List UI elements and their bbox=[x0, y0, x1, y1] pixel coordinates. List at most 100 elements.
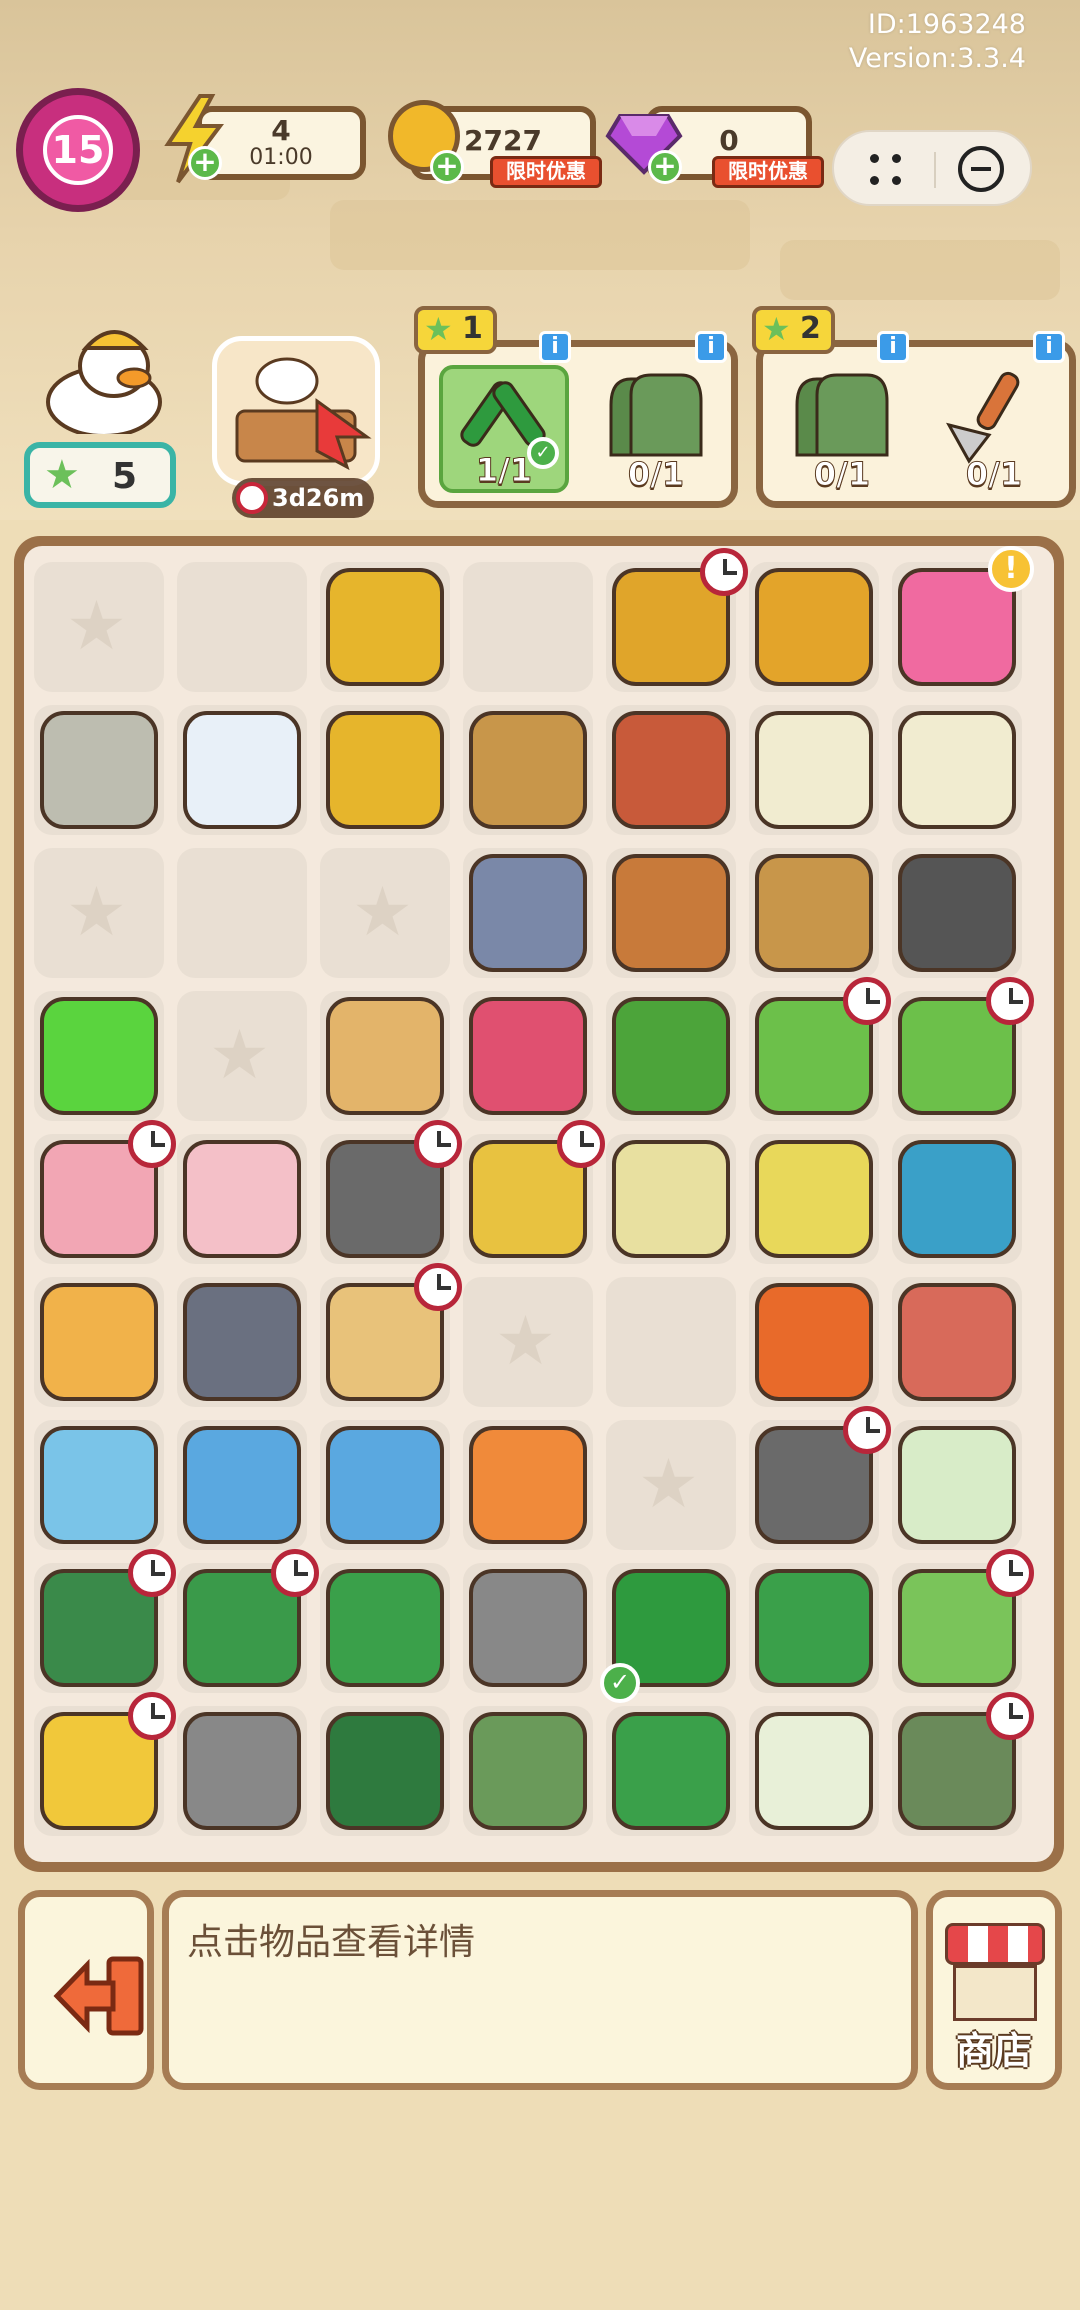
order-requirement-green-gloves[interactable]: 0/1 bbox=[591, 365, 721, 494]
grey-cart-icon[interactable] bbox=[183, 1712, 301, 1830]
order-requirement-pruning-shears[interactable]: 0/1 bbox=[929, 365, 1059, 494]
chart-notebook-icon[interactable] bbox=[755, 711, 873, 829]
board-cell[interactable] bbox=[320, 1706, 450, 1836]
snail-icon[interactable] bbox=[469, 997, 587, 1115]
pruning-shears-icon[interactable] bbox=[612, 1712, 730, 1830]
board-cell[interactable] bbox=[177, 1549, 319, 1693]
board-cell[interactable]: ★ bbox=[177, 991, 307, 1121]
board-cell[interactable] bbox=[606, 991, 736, 1121]
board-cell[interactable] bbox=[463, 1706, 593, 1836]
shop-button[interactable]: 商店 bbox=[926, 1890, 1062, 2090]
hook-handle-icon[interactable] bbox=[755, 1569, 873, 1687]
woven-basket-icon[interactable] bbox=[755, 854, 873, 972]
board-cell[interactable] bbox=[463, 991, 593, 1121]
board-cell[interactable] bbox=[177, 848, 307, 978]
board-cell[interactable] bbox=[34, 1420, 164, 1550]
board-cell[interactable]: ★ bbox=[606, 1420, 736, 1550]
spray-bottle-icon[interactable] bbox=[183, 711, 301, 829]
snail-shell-icon[interactable] bbox=[469, 854, 587, 972]
board-cell[interactable]: ✓ bbox=[600, 1563, 736, 1703]
order-info-icon[interactable]: i bbox=[695, 331, 727, 363]
board-cell[interactable] bbox=[463, 1420, 593, 1550]
gold-coins-icon[interactable] bbox=[326, 568, 444, 686]
bar-chart-notebook-icon[interactable] bbox=[898, 711, 1016, 829]
board-cell[interactable] bbox=[177, 1706, 307, 1836]
board-cell[interactable] bbox=[749, 1134, 879, 1264]
board-cell[interactable] bbox=[34, 1277, 164, 1407]
board-cell[interactable] bbox=[749, 1406, 891, 1550]
add-coins-button[interactable]: + bbox=[430, 150, 464, 184]
board-cell[interactable] bbox=[463, 1563, 593, 1693]
blue-battery-icon[interactable] bbox=[183, 1426, 301, 1544]
board-cell[interactable] bbox=[606, 705, 736, 835]
board-cell[interactable]: ! bbox=[892, 546, 1034, 692]
order-requirement-green-gloves[interactable]: 0/1 bbox=[777, 365, 907, 494]
exit-button[interactable] bbox=[18, 1890, 154, 2090]
add-gems-button[interactable]: + bbox=[648, 150, 682, 184]
board-cell[interactable] bbox=[320, 1420, 450, 1550]
board-cell[interactable] bbox=[463, 848, 593, 978]
board-cell[interactable] bbox=[749, 848, 879, 978]
board-cell[interactable] bbox=[892, 848, 1022, 978]
minimize-icon[interactable] bbox=[958, 146, 1004, 192]
board-cell[interactable] bbox=[892, 1549, 1034, 1693]
board-cell[interactable] bbox=[606, 848, 736, 978]
gold-coin-icon[interactable] bbox=[326, 711, 444, 829]
board-cell[interactable] bbox=[749, 705, 879, 835]
order-info-icon[interactable]: i bbox=[877, 331, 909, 363]
board-cell[interactable] bbox=[749, 1563, 879, 1693]
green-case-icon[interactable] bbox=[326, 1712, 444, 1830]
board-cell[interactable] bbox=[177, 1277, 307, 1407]
picnic-basket-icon[interactable] bbox=[898, 1283, 1016, 1401]
board-cell[interactable] bbox=[463, 1120, 605, 1264]
board-cell[interactable]: ★ bbox=[34, 562, 164, 692]
board-cell[interactable] bbox=[320, 705, 450, 835]
board-cell[interactable] bbox=[606, 1277, 736, 1407]
duck-mascot-avatar[interactable] bbox=[34, 322, 174, 434]
board-cell[interactable] bbox=[320, 1263, 462, 1407]
tool-tray-icon[interactable] bbox=[755, 1140, 873, 1258]
blue-printer-icon[interactable] bbox=[40, 1426, 158, 1544]
more-options-icon[interactable] bbox=[870, 154, 906, 186]
board-cell[interactable] bbox=[749, 1706, 879, 1836]
board-cell[interactable] bbox=[34, 1120, 176, 1264]
double-battery-icon[interactable] bbox=[326, 1426, 444, 1544]
drawer-cabinet-icon[interactable] bbox=[755, 568, 873, 686]
board-cell[interactable] bbox=[892, 1420, 1022, 1550]
gem-promo-badge[interactable]: 限时优惠 bbox=[712, 156, 824, 188]
board-cell[interactable] bbox=[320, 1120, 462, 1264]
player-star-counter[interactable]: ★ 5 bbox=[24, 442, 176, 508]
order-card-1[interactable]: 1/1 ✓ i 0/1 i bbox=[418, 331, 738, 508]
board-cell[interactable] bbox=[749, 977, 891, 1121]
event-bakery-button[interactable] bbox=[212, 336, 380, 486]
board-cell[interactable] bbox=[892, 705, 1022, 835]
potted-tree-icon[interactable] bbox=[612, 997, 730, 1115]
board-cell[interactable] bbox=[320, 562, 450, 692]
board-cell[interactable]: ★ bbox=[463, 1277, 593, 1407]
board-cell[interactable] bbox=[34, 1549, 176, 1693]
order-requirement-pliers-wrench[interactable]: 1/1 ✓ bbox=[439, 365, 569, 493]
board-cell[interactable] bbox=[177, 562, 307, 692]
board-cell[interactable] bbox=[892, 1134, 1022, 1264]
hamsters-icon[interactable] bbox=[326, 997, 444, 1115]
board-cell[interactable] bbox=[606, 548, 748, 692]
coin-promo-badge[interactable]: 限时优惠 bbox=[490, 156, 602, 188]
board-cell[interactable] bbox=[892, 1277, 1022, 1407]
board-cell[interactable] bbox=[749, 1277, 879, 1407]
roller-wheels-icon[interactable] bbox=[898, 854, 1016, 972]
green-drill-icon[interactable] bbox=[326, 1569, 444, 1687]
grey-cat-icon[interactable] bbox=[183, 1283, 301, 1401]
order-card-2[interactable]: 0/1 i 0/1 i bbox=[756, 331, 1076, 508]
board-cell[interactable] bbox=[177, 1420, 307, 1550]
board-cell[interactable]: ★ bbox=[34, 848, 164, 978]
board-cell[interactable] bbox=[606, 1706, 736, 1836]
order-info-icon[interactable]: i bbox=[539, 331, 571, 363]
photo-card-icon[interactable] bbox=[898, 1426, 1016, 1544]
board-cell[interactable] bbox=[320, 991, 450, 1121]
wicker-basket-icon[interactable] bbox=[469, 711, 587, 829]
board-cell[interactable] bbox=[749, 562, 879, 692]
gravel-pile-icon[interactable] bbox=[40, 711, 158, 829]
blue-cart-icon[interactable] bbox=[898, 1140, 1016, 1258]
apple-core-icon[interactable] bbox=[469, 1426, 587, 1544]
board-cell[interactable] bbox=[34, 705, 164, 835]
